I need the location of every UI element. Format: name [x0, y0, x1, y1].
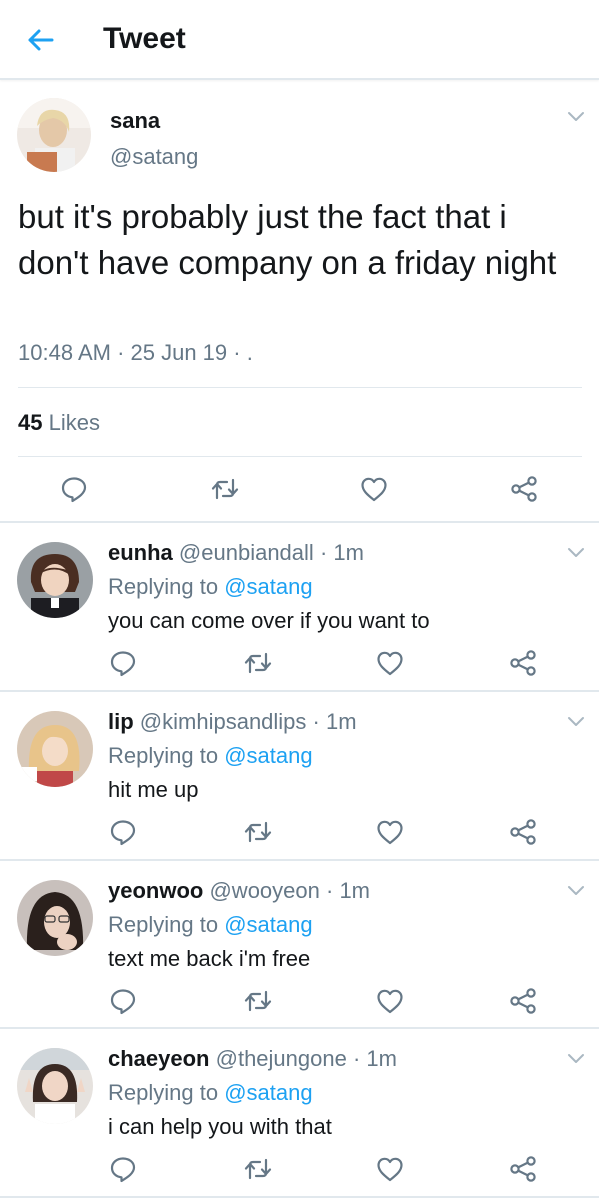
likes-count[interactable]: 45 Likes: [18, 410, 100, 436]
divider: [0, 1196, 599, 1198]
reply-text: hit me up: [108, 777, 199, 802]
reply-tweet[interactable]: eunha @eunbiandall · 1m Replying to @sat…: [0, 522, 599, 690]
replying-to-line: Replying to @satang: [108, 743, 313, 769]
reply-header: eunha @eunbiandall · 1m: [108, 540, 364, 566]
replying-to-label: Replying to: [108, 1080, 219, 1105]
likes-label: Likes: [48, 410, 100, 435]
reply-author-handle[interactable]: @eunbiandall: [179, 540, 314, 565]
reply-header: yeonwoo @wooyeon · 1m: [108, 878, 370, 904]
top-app-bar: Tweet: [0, 0, 599, 80]
like-icon[interactable]: [359, 474, 389, 504]
avatar[interactable]: [17, 98, 91, 172]
share-icon[interactable]: [508, 817, 538, 847]
reply-icon[interactable]: [108, 817, 138, 847]
reply-icon[interactable]: [108, 986, 138, 1016]
tweet-text: but it's probably just the fact that i d…: [18, 198, 557, 281]
author-name[interactable]: sana: [110, 108, 160, 134]
like-icon[interactable]: [375, 986, 405, 1016]
replying-to-label: Replying to: [108, 912, 219, 937]
avatar[interactable]: [17, 880, 93, 956]
back-arrow-icon[interactable]: [22, 24, 58, 56]
chevron-down-icon[interactable]: [566, 715, 586, 729]
reply-author-handle[interactable]: @thejungone: [216, 1046, 347, 1071]
reply-author-handle[interactable]: @wooyeon: [209, 878, 319, 903]
replying-to-label: Replying to: [108, 743, 219, 768]
reply-author-name[interactable]: yeonwoo: [108, 878, 203, 903]
reply-text: i can help you with that: [108, 1114, 332, 1139]
share-icon[interactable]: [508, 986, 538, 1016]
reply-author-name[interactable]: chaeyeon: [108, 1046, 210, 1071]
reply-header: lip @kimhipsandlips · 1m: [108, 709, 357, 735]
likes-number: 45: [18, 410, 43, 435]
reply-time: · 1m: [352, 1046, 397, 1071]
reply-time: · 1m: [326, 878, 370, 903]
reply-header: chaeyeon @thejungone · 1m: [108, 1046, 397, 1072]
reply-icon[interactable]: [59, 474, 89, 504]
share-icon[interactable]: [508, 1154, 538, 1184]
reply-icon[interactable]: [108, 648, 138, 678]
avatar[interactable]: [17, 711, 93, 787]
reply-icon[interactable]: [108, 1154, 138, 1184]
share-icon[interactable]: [508, 648, 538, 678]
divider: [18, 387, 582, 388]
reply-time: · 1m: [319, 540, 364, 565]
retweet-icon[interactable]: [243, 986, 273, 1016]
retweet-icon[interactable]: [243, 1154, 273, 1184]
retweet-icon[interactable]: [243, 817, 273, 847]
divider: [18, 456, 582, 457]
page-title: Tweet: [103, 22, 186, 55]
reply-tweet[interactable]: lip @kimhipsandlips · 1m Replying to @sa…: [0, 691, 599, 859]
reply-tweet[interactable]: yeonwoo @wooyeon · 1m Replying to @satan…: [0, 860, 599, 1028]
chevron-down-icon[interactable]: [566, 884, 586, 898]
reply-time: · 1m: [312, 709, 357, 734]
author-handle[interactable]: @satang: [110, 144, 198, 170]
reply-text: you can come over if you want to: [108, 608, 430, 633]
reply-author-name[interactable]: lip: [108, 709, 134, 734]
like-icon[interactable]: [375, 817, 405, 847]
avatar[interactable]: [17, 542, 93, 618]
replying-to-line: Replying to @satang: [108, 912, 313, 938]
retweet-icon[interactable]: [210, 474, 240, 504]
like-icon[interactable]: [375, 648, 405, 678]
reply-mention-link[interactable]: @satang: [224, 743, 312, 768]
share-icon[interactable]: [509, 474, 539, 504]
retweet-icon[interactable]: [243, 648, 273, 678]
replying-to-line: Replying to @satang: [108, 1080, 313, 1106]
reply-mention-link[interactable]: @satang: [224, 1080, 312, 1105]
reply-text: text me back i'm free: [108, 946, 311, 971]
reply-mention-link[interactable]: @satang: [224, 912, 312, 937]
reply-mention-link[interactable]: @satang: [224, 574, 312, 599]
tweet-timestamp: 10:48 AM · 25 Jun 19 · .: [18, 340, 253, 365]
replying-to-label: Replying to: [108, 574, 219, 599]
reply-author-name[interactable]: eunha: [108, 540, 173, 565]
reply-tweet[interactable]: chaeyeon @thejungone · 1m Replying to @s…: [0, 1028, 599, 1196]
reply-author-handle[interactable]: @kimhipsandlips: [140, 709, 307, 734]
chevron-down-icon[interactable]: [566, 1052, 586, 1066]
replying-to-line: Replying to @satang: [108, 574, 313, 600]
chevron-down-icon[interactable]: [566, 546, 586, 560]
avatar[interactable]: [17, 1048, 93, 1124]
chevron-down-icon[interactable]: [566, 110, 586, 124]
like-icon[interactable]: [375, 1154, 405, 1184]
